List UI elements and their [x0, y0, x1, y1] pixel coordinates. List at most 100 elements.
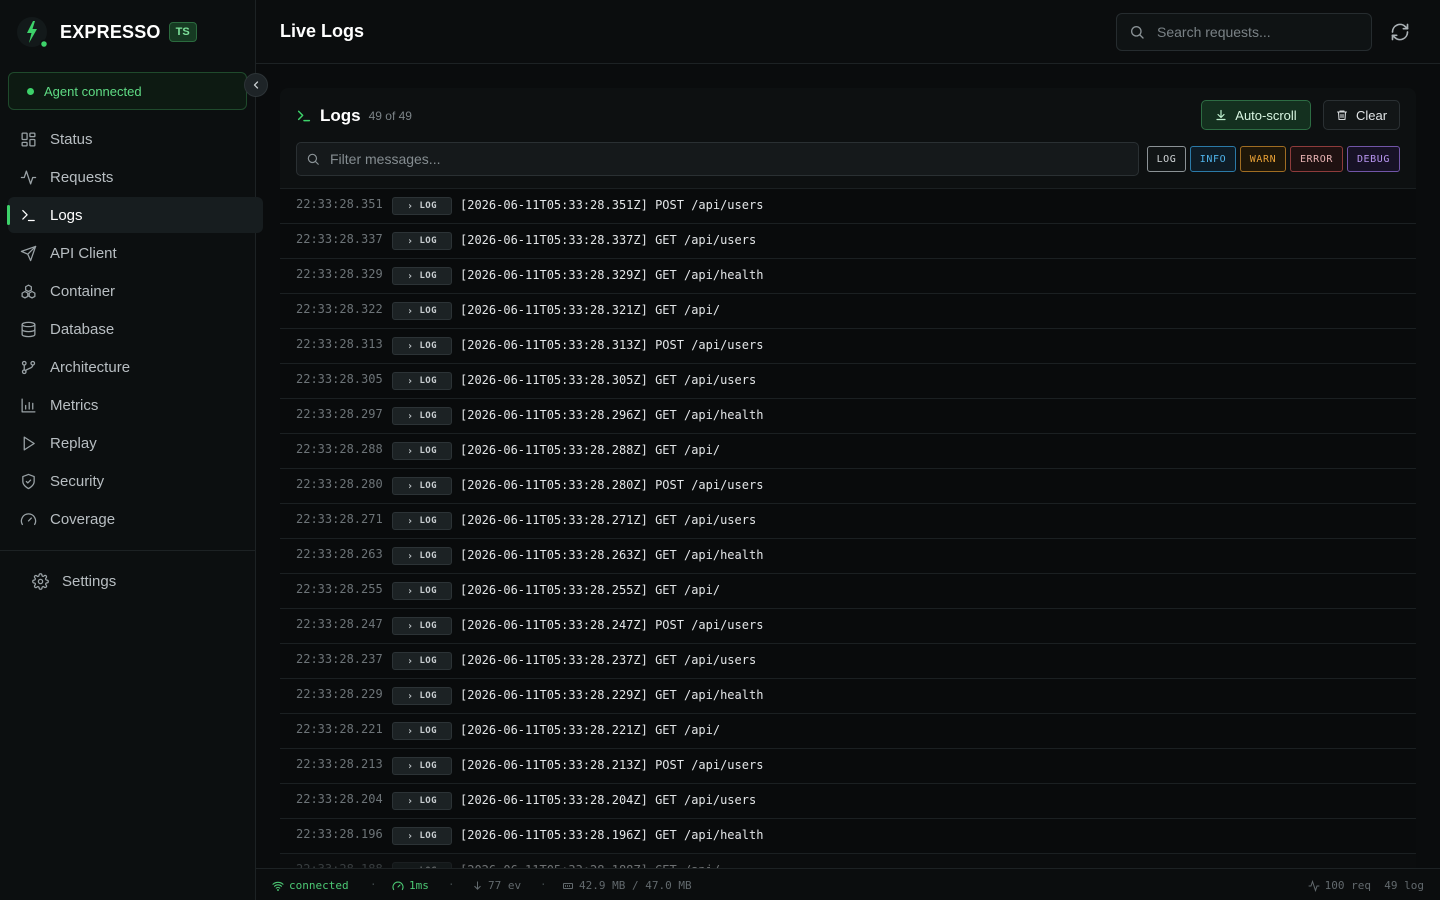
- log-level-badge[interactable]: › LOG: [392, 757, 452, 775]
- sidebar-item-label: Database: [50, 320, 115, 338]
- chevron-right-icon: ›: [407, 410, 414, 422]
- sidebar-item-coverage[interactable]: Coverage: [8, 501, 263, 537]
- log-row[interactable]: 22:33:28.221 › LOG [2026-06-11T05:33:28.221…: [280, 714, 1416, 749]
- filter-box[interactable]: [296, 142, 1139, 176]
- log-row[interactable]: 22:33:28.255 › LOG [2026-06-11T05:33:28.255…: [280, 574, 1416, 609]
- grid-icon: [21, 131, 36, 147]
- log-timestamp: 22:33:28.229: [296, 687, 383, 701]
- sidebar-item-requests[interactable]: Requests: [8, 159, 263, 195]
- sidebar-item-container[interactable]: Container: [8, 273, 263, 309]
- sidebar-divider: [0, 550, 255, 551]
- sidebar-item-api-client[interactable]: API Client: [8, 235, 263, 271]
- log-timestamp: 22:33:28.247: [296, 617, 383, 631]
- log-row[interactable]: 22:33:28.280 › LOG [2026-06-11T05:33:28.280…: [280, 469, 1416, 504]
- log-row[interactable]: 22:33:28.322 › LOG [2026-06-11T05:33:28.321…: [280, 294, 1416, 329]
- connection-label: connected: [289, 879, 349, 892]
- log-row[interactable]: 22:33:28.204 › LOG [2026-06-11T05:33:28.204…: [280, 784, 1416, 819]
- level-filter-log[interactable]: LOG: [1147, 146, 1186, 172]
- log-level-label: LOG: [419, 551, 437, 561]
- level-filter-debug[interactable]: DEBUG: [1347, 146, 1400, 172]
- log-level-badge[interactable]: › LOG: [392, 372, 452, 390]
- log-row[interactable]: 22:33:28.305 › LOG [2026-06-11T05:33:28.305…: [280, 364, 1416, 399]
- sidebar-item-label: Coverage: [50, 510, 116, 528]
- log-level-badge[interactable]: › LOG: [392, 792, 452, 810]
- chevron-right-icon: ›: [407, 445, 414, 457]
- chevron-right-icon: ›: [407, 340, 414, 352]
- log-row[interactable]: 22:33:28.229 › LOG [2026-06-11T05:33:28.229…: [280, 679, 1416, 714]
- log-level-badge[interactable]: › LOG: [392, 617, 452, 635]
- filter-input[interactable]: [330, 151, 1110, 167]
- sidebar-item-metrics[interactable]: Metrics: [8, 387, 263, 423]
- chevron-right-icon: ›: [407, 515, 414, 527]
- sidebar-item-logs[interactable]: Logs: [7, 197, 263, 233]
- sidebar-item-architecture[interactable]: Architecture: [8, 349, 263, 385]
- chevron-right-icon: ›: [407, 585, 414, 597]
- chevron-right-icon: ›: [407, 550, 414, 562]
- brand[interactable]: EXPRESSO TS: [16, 16, 197, 49]
- log-level-badge[interactable]: › LOG: [392, 337, 452, 355]
- log-level-badge[interactable]: › LOG: [392, 302, 452, 320]
- log-row[interactable]: 22:33:28.213 › LOG [2026-06-11T05:33:28.213…: [280, 749, 1416, 784]
- sidebar-collapse-button[interactable]: [244, 73, 268, 97]
- gauge-icon: [20, 512, 37, 525]
- logs-panel-header: Logs 49 of 49: [296, 106, 412, 126]
- log-message: [2026-06-11T05:33:28.204Z] GET /api/user…: [460, 793, 757, 807]
- log-row[interactable]: 22:33:28.271 › LOG [2026-06-11T05:33:28.271…: [280, 504, 1416, 539]
- refresh-button[interactable]: [1390, 22, 1410, 42]
- log-row[interactable]: 22:33:28.247 › LOG [2026-06-11T05:33:28.247…: [280, 609, 1416, 644]
- log-level-badge[interactable]: › LOG: [392, 442, 452, 460]
- log-message: [2026-06-11T05:33:28.280Z] POST /api/use…: [460, 478, 764, 492]
- memory-status: 42.9 MB / 47.0 MB: [562, 879, 692, 892]
- separator-dot: ·: [540, 878, 547, 891]
- log-row[interactable]: 22:33:28.313 › LOG [2026-06-11T05:33:28.313…: [280, 329, 1416, 364]
- log-message: [2026-06-11T05:33:28.221Z] GET /api/: [460, 723, 721, 737]
- clear-button[interactable]: Clear: [1323, 100, 1400, 130]
- log-timestamp: 22:33:28.313: [296, 337, 383, 351]
- log-level-badge[interactable]: › LOG: [392, 722, 452, 740]
- sidebar-item-replay[interactable]: Replay: [8, 425, 263, 461]
- log-row[interactable]: 22:33:28.337 › LOG [2026-06-11T05:33:28.337…: [280, 224, 1416, 259]
- log-row[interactable]: 22:33:28.263 › LOG [2026-06-11T05:33:28.263…: [280, 539, 1416, 574]
- level-filter-warn[interactable]: WARN: [1240, 146, 1286, 172]
- log-level-badge[interactable]: › LOG: [392, 197, 452, 215]
- log-level-badge[interactable]: › LOG: [392, 477, 452, 495]
- log-level-badge[interactable]: › LOG: [392, 232, 452, 250]
- search-input[interactable]: [1157, 24, 1357, 40]
- log-level-label: LOG: [419, 761, 437, 771]
- log-level-badge[interactable]: › LOG: [392, 827, 452, 845]
- log-level-badge[interactable]: › LOG: [392, 687, 452, 705]
- level-filter-error[interactable]: ERROR: [1290, 146, 1343, 172]
- separator-dot: ·: [448, 878, 455, 891]
- log-level-label: LOG: [419, 306, 437, 316]
- log-row[interactable]: 22:33:28.237 › LOG [2026-06-11T05:33:28.237…: [280, 644, 1416, 679]
- play-icon: [23, 435, 35, 451]
- log-row[interactable]: 22:33:28.297 › LOG [2026-06-11T05:33:28.296…: [280, 399, 1416, 434]
- database-icon: [21, 321, 36, 337]
- log-level-badge[interactable]: › LOG: [392, 407, 452, 425]
- sidebar-item-status[interactable]: Status: [8, 121, 263, 157]
- top-header: Live Logs: [256, 0, 1440, 64]
- log-level-badge[interactable]: › LOG: [392, 267, 452, 285]
- sidebar-item-database[interactable]: Database: [8, 311, 263, 347]
- log-timestamp: 22:33:28.271: [296, 512, 383, 526]
- sidebar-item-security[interactable]: Security: [8, 463, 263, 499]
- log-row[interactable]: 22:33:28.196 › LOG [2026-06-11T05:33:28.196…: [280, 819, 1416, 854]
- sidebar-item-label: Security: [50, 472, 105, 490]
- log-level-badge[interactable]: › LOG: [392, 652, 452, 670]
- log-row[interactable]: 22:33:28.329 › LOG [2026-06-11T05:33:28.329…: [280, 259, 1416, 294]
- logs-title: Logs: [320, 106, 361, 125]
- log-row[interactable]: 22:33:28.288 › LOG [2026-06-11T05:33:28.288…: [280, 434, 1416, 469]
- log-row[interactable]: 22:33:28.188›LOG[2026-06-11T05:33:28.188…: [280, 854, 1416, 868]
- search-box[interactable]: [1116, 13, 1372, 51]
- auto-scroll-button[interactable]: Auto-scroll: [1201, 100, 1311, 130]
- log-level-label: LOG: [419, 516, 437, 526]
- git-branch-icon: [21, 360, 36, 374]
- log-level-badge[interactable]: › LOG: [392, 512, 452, 530]
- log-level-badge[interactable]: › LOG: [392, 582, 452, 600]
- level-filter-info[interactable]: INFO: [1190, 146, 1236, 172]
- log-row[interactable]: 22:33:28.351 › LOG [2026-06-11T05:33:28.351…: [280, 189, 1416, 224]
- sidebar: EXPRESSO TS Agent connected Status Reque…: [0, 0, 263, 900]
- log-level-badge[interactable]: › LOG: [392, 547, 452, 565]
- sidebar-item-label: API Client: [50, 244, 117, 262]
- sidebar-item-settings[interactable]: Settings: [20, 563, 240, 599]
